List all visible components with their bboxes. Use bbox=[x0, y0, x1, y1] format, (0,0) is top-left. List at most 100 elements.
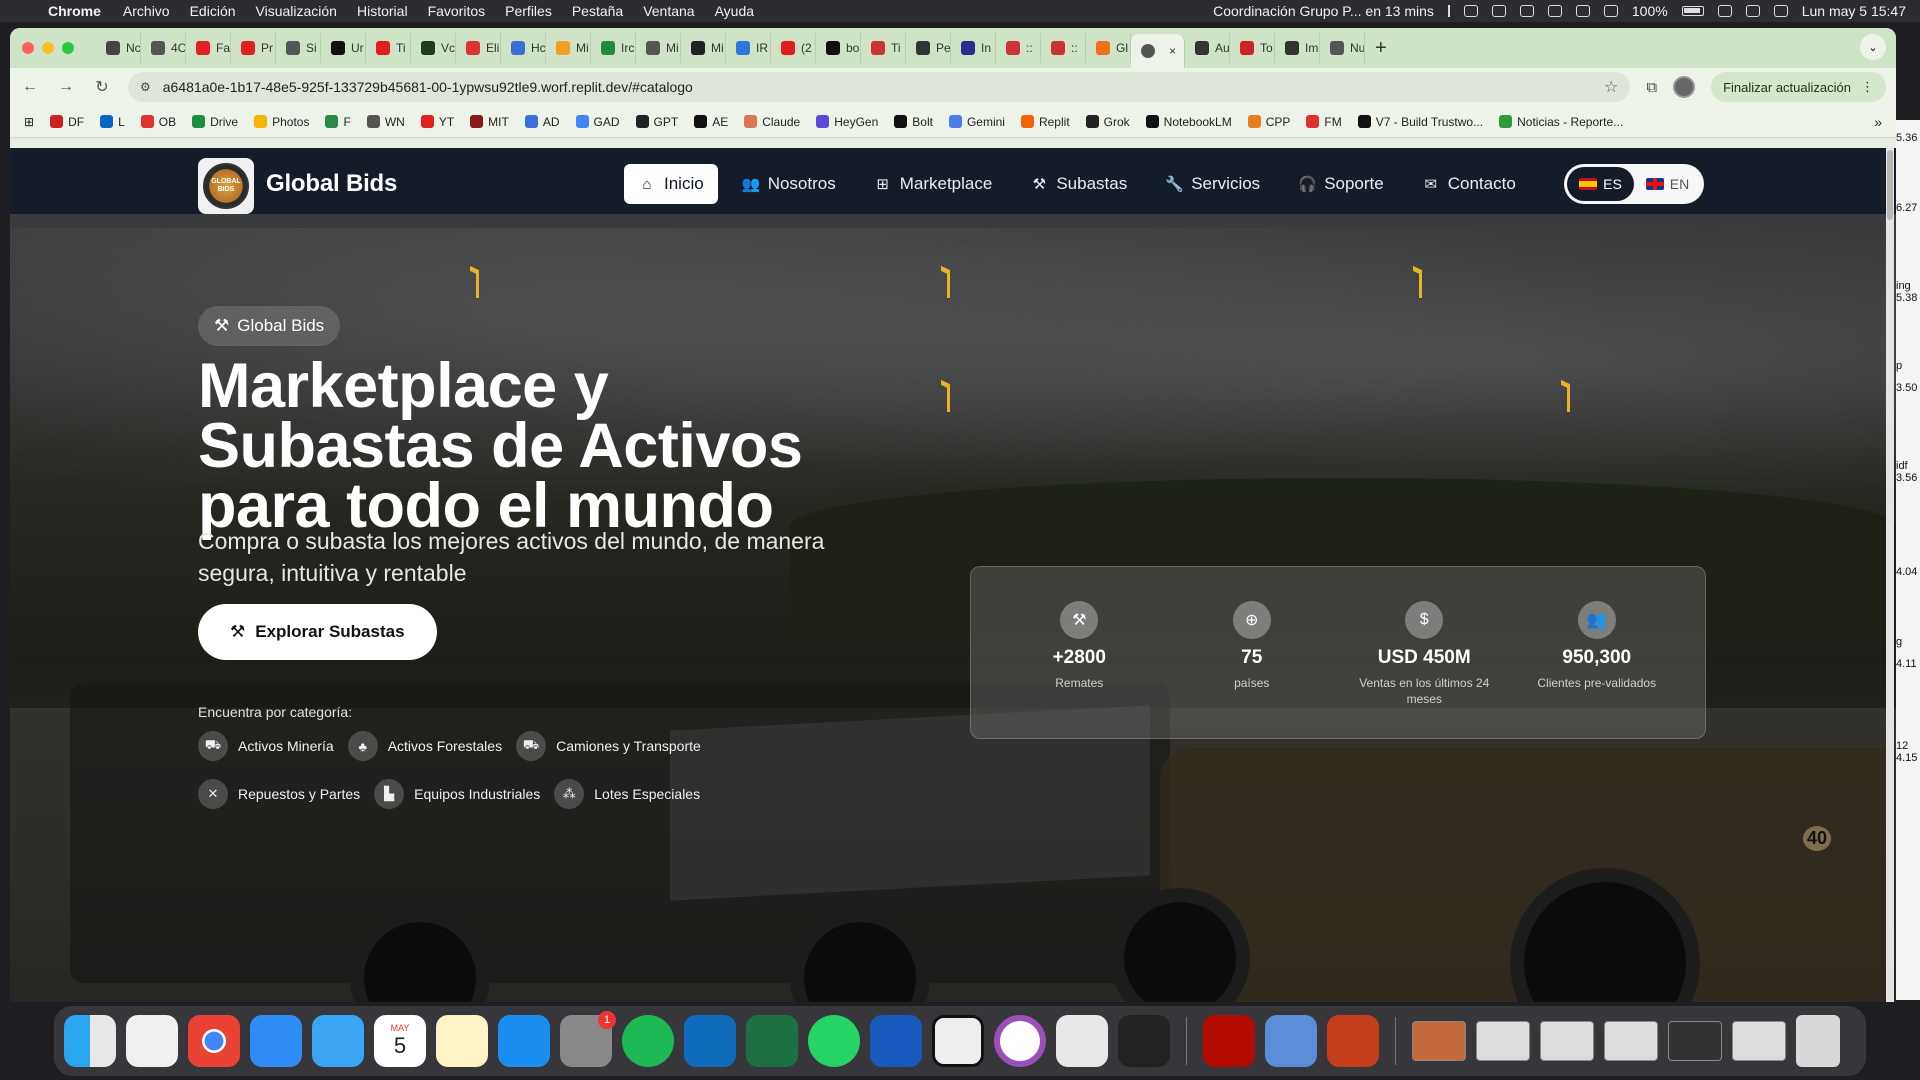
bookmark-item[interactable]: V7 - Build Trustwo... bbox=[1357, 115, 1483, 129]
browser-tab[interactable]: :: bbox=[996, 33, 1041, 63]
browser-tab[interactable]: (2 bbox=[771, 33, 816, 63]
browser-tab[interactable]: Eli bbox=[456, 33, 501, 63]
bookmark-item[interactable]: NotebookLM bbox=[1145, 115, 1232, 129]
more-vertical-icon[interactable]: ⋮ bbox=[1861, 79, 1874, 95]
apps-grid-icon[interactable]: ⊞ bbox=[24, 115, 34, 129]
control-center-icon[interactable] bbox=[1773, 5, 1788, 17]
browser-tab[interactable]: To bbox=[1230, 33, 1275, 63]
spotlight-search-icon[interactable] bbox=[1745, 5, 1760, 17]
safari-icon[interactable] bbox=[250, 1015, 302, 1067]
browser-tab[interactable]: :: bbox=[1041, 33, 1086, 63]
mail-icon[interactable] bbox=[312, 1015, 364, 1067]
menubar-clock[interactable]: Lun may 5 15:47 bbox=[1802, 3, 1906, 19]
battery-percent[interactable]: 100% bbox=[1632, 3, 1668, 19]
category-link[interactable]: ⁂ Lotes Especiales bbox=[554, 774, 700, 814]
reload-icon[interactable]: ↻ bbox=[92, 77, 112, 97]
new-tab-button[interactable]: + bbox=[1375, 37, 1387, 60]
address-bar[interactable]: ⚙ a6481a0e-1b17-48e5-925f-133729b45681-0… bbox=[128, 72, 1631, 102]
nav-item-marketplace[interactable]: ⊞ Marketplace bbox=[860, 164, 1007, 204]
nav-item-subastas[interactable]: ⚒ Subastas bbox=[1016, 164, 1141, 204]
menubar-item-perfiles[interactable]: Perfiles bbox=[505, 3, 552, 19]
browser-tab[interactable]: Fa bbox=[186, 33, 231, 63]
powerpoint-icon[interactable] bbox=[1327, 1015, 1379, 1067]
category-link[interactable]: ♣ Activos Forestales bbox=[347, 726, 502, 766]
nav-item-soporte[interactable]: 🎧 Soporte bbox=[1284, 164, 1398, 204]
volume-icon[interactable] bbox=[1547, 5, 1562, 17]
category-link[interactable]: ▙ Equipos Industriales bbox=[374, 774, 540, 814]
menubar-item-edicion[interactable]: Edición bbox=[190, 3, 236, 19]
numbers-5-icon[interactable] bbox=[932, 1015, 984, 1067]
wifi-icon[interactable] bbox=[1717, 5, 1732, 17]
browser-tab[interactable]: bo bbox=[816, 33, 861, 63]
browser-tab[interactable]: Au bbox=[1185, 33, 1230, 63]
bookmark-item[interactable]: YT bbox=[420, 115, 454, 129]
browser-tab[interactable]: Hc bbox=[501, 33, 546, 63]
minimized-window-thumbnail[interactable] bbox=[1668, 1021, 1722, 1061]
play-icon[interactable] bbox=[1519, 5, 1534, 17]
minimized-window-thumbnail[interactable] bbox=[1604, 1021, 1658, 1061]
close-window-button[interactable] bbox=[22, 42, 34, 54]
bookmark-item[interactable]: GAD bbox=[575, 115, 620, 129]
profile-avatar[interactable] bbox=[1673, 76, 1696, 98]
nav-item-inicio[interactable]: ⌂ Inicio bbox=[624, 164, 718, 204]
category-link[interactable]: ✕ Repuestos y Partes bbox=[198, 774, 360, 814]
browser-tab[interactable]: Ti bbox=[366, 33, 411, 63]
launchpad-icon[interactable] bbox=[126, 1015, 178, 1067]
circle-app-icon[interactable] bbox=[994, 1015, 1046, 1067]
bookmark-item[interactable]: OB bbox=[140, 115, 176, 129]
browser-tab[interactable]: Si bbox=[276, 33, 321, 63]
browser-tab[interactable]: Mi bbox=[636, 33, 681, 63]
browser-tab[interactable]: Nu bbox=[1320, 33, 1365, 63]
browser-tab[interactable]: Mi bbox=[546, 33, 591, 63]
calendar-icon[interactable]: MAY 5 bbox=[374, 1015, 426, 1067]
bookmark-item[interactable]: MIT bbox=[470, 115, 509, 129]
keynote-icon[interactable] bbox=[498, 1015, 550, 1067]
bookmark-item[interactable]: Gemini bbox=[948, 115, 1005, 129]
bluetooth-off-icon[interactable] bbox=[1575, 5, 1590, 17]
finder-icon[interactable] bbox=[64, 1015, 116, 1067]
browser-tab[interactable]: Ti bbox=[861, 33, 906, 63]
explore-auctions-button[interactable]: ⚒ Explorar Subastas bbox=[198, 604, 437, 660]
outlook-icon[interactable] bbox=[684, 1015, 736, 1067]
minimize-window-button[interactable] bbox=[42, 42, 54, 54]
bookmark-item[interactable]: DF bbox=[50, 115, 84, 129]
bookmark-item[interactable]: Bolt bbox=[894, 115, 933, 129]
site-brand[interactable]: Global Bids bbox=[266, 170, 397, 198]
bookmark-item[interactable]: WN bbox=[366, 115, 405, 129]
scrollbar-thumb[interactable] bbox=[1887, 150, 1893, 220]
nav-item-contacto[interactable]: ✉ Contacto bbox=[1408, 164, 1530, 204]
category-link[interactable]: ⛟ Camiones y Transporte bbox=[516, 726, 701, 766]
bookmark-item[interactable]: Noticias - Reporte... bbox=[1499, 115, 1623, 129]
minimized-window-thumbnail[interactable] bbox=[1540, 1021, 1594, 1061]
browser-tab[interactable]: 4C bbox=[141, 33, 186, 63]
minimized-window-thumbnail[interactable] bbox=[1476, 1021, 1530, 1061]
nav-item-servicios[interactable]: 🔧 Servicios bbox=[1151, 164, 1274, 204]
bookmark-item[interactable]: HeyGen bbox=[816, 115, 878, 129]
menubar-item-favoritos[interactable]: Favoritos bbox=[428, 3, 486, 19]
bookmark-item[interactable]: F bbox=[325, 115, 351, 129]
spotify-icon[interactable] bbox=[622, 1015, 674, 1067]
site-settings-icon[interactable]: ⚙ bbox=[140, 80, 151, 94]
site-logo[interactable]: GLOBAL BIDS bbox=[198, 158, 254, 214]
browser-tab[interactable]: In bbox=[951, 33, 996, 63]
word-icon[interactable] bbox=[870, 1015, 922, 1067]
menubar-item-ayuda[interactable]: Ayuda bbox=[715, 3, 754, 19]
chrome-icon[interactable] bbox=[188, 1015, 240, 1067]
forward-arrow-icon[interactable]: → bbox=[56, 78, 76, 96]
page-scrollbar[interactable] bbox=[1886, 148, 1894, 1002]
menubar-item-pestana[interactable]: Pestaña bbox=[572, 3, 623, 19]
notes-icon[interactable] bbox=[436, 1015, 488, 1067]
excel-icon[interactable] bbox=[746, 1015, 798, 1067]
battery-icon[interactable] bbox=[1681, 6, 1704, 16]
lang-es-button[interactable]: ES bbox=[1567, 167, 1634, 201]
whatsapp-icon[interactable] bbox=[808, 1015, 860, 1067]
menubar-item-archivo[interactable]: Archivo bbox=[123, 3, 170, 19]
system-settings-icon[interactable] bbox=[560, 1011, 616, 1067]
tab-active-global-bids[interactable]: × bbox=[1131, 34, 1185, 68]
minimized-window-thumbnail[interactable] bbox=[1732, 1021, 1786, 1061]
finish-update-button[interactable]: Finalizar actualización ⋮ bbox=[1711, 72, 1886, 102]
presentation-app-icon[interactable] bbox=[1118, 1015, 1170, 1067]
bookmark-item[interactable]: FM bbox=[1306, 115, 1342, 129]
meeting-reminder[interactable]: Coordinación Grupo P... en 13 mins bbox=[1213, 3, 1434, 19]
trash-icon[interactable] bbox=[1796, 1015, 1840, 1067]
